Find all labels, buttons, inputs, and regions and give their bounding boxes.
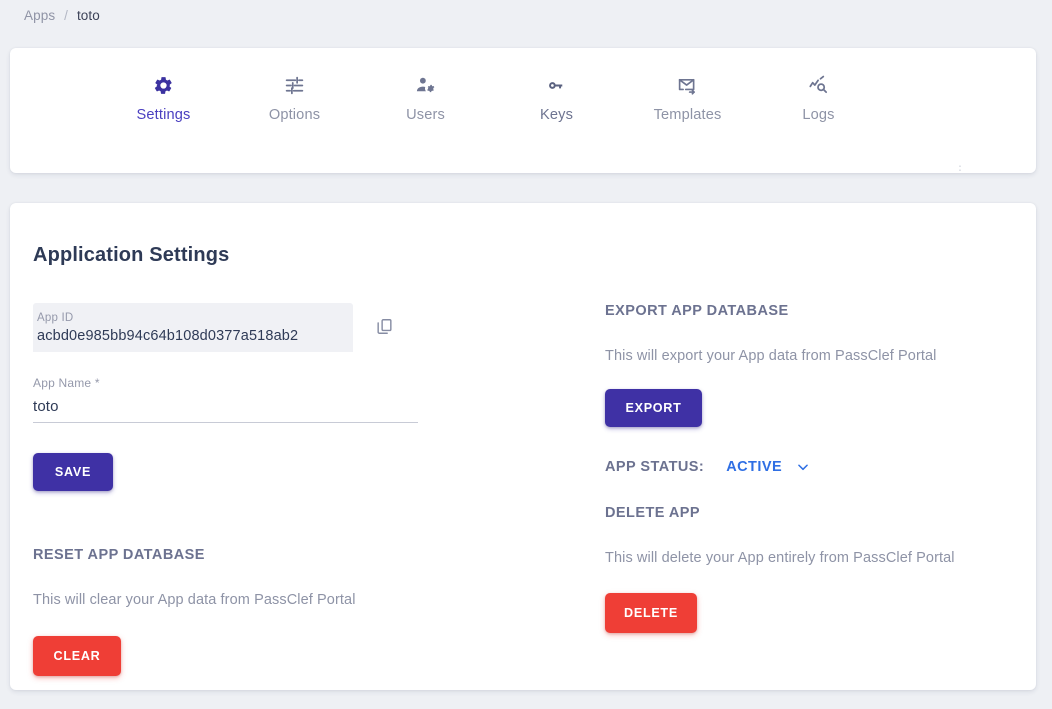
clear-button[interactable]: CLEAR	[33, 635, 121, 676]
copy-icon	[375, 317, 394, 339]
right-column: EXPORT APP DATABASE This will export you…	[605, 303, 1025, 676]
save-button[interactable]: SAVE	[33, 452, 113, 491]
app-name-input[interactable]	[33, 397, 418, 415]
page-title: Application Settings	[33, 244, 230, 267]
app-name-label: App Name *	[33, 375, 100, 390]
export-app-database-section: EXPORT APP DATABASE This will export you…	[605, 303, 1025, 427]
tab-overflow-indicator[interactable]: ⋮	[954, 164, 966, 173]
app-id-value: acbd0e985bb94c64b108d0377a518ab2	[37, 327, 299, 344]
export-section-heading: EXPORT APP DATABASE	[605, 302, 789, 319]
query-stats-icon	[808, 74, 830, 96]
delete-section-description: This will delete your App entirely from …	[605, 549, 955, 566]
app-id-label: App ID	[37, 311, 74, 324]
export-section-description: This will export your App data from Pass…	[605, 347, 937, 364]
delete-section-heading: DELETE APP	[605, 504, 701, 521]
reset-app-database-section: RESET APP DATABASE This will clear your …	[33, 547, 605, 676]
tab-settings-label: Settings	[136, 107, 191, 123]
tab-options-label: Options	[268, 107, 321, 123]
app-status-row: APP STATUS: ACTIVE	[605, 459, 1025, 475]
sliders-icon	[284, 74, 305, 96]
copy-app-id-button[interactable]	[371, 315, 397, 341]
tab-logs[interactable]: Logs	[753, 74, 884, 123]
delete-app-section: DELETE APP This will delete your App ent…	[605, 505, 1025, 633]
tab-keys-label: Keys	[539, 107, 574, 123]
tab-settings[interactable]: Settings	[98, 74, 229, 123]
reset-section-description: This will clear your App data from PassC…	[33, 591, 356, 608]
tab-options[interactable]: Options	[229, 74, 360, 123]
app-status-value: ACTIVE	[726, 458, 783, 475]
application-settings-card: Application Settings App ID acbd0e985bb9…	[10, 203, 1036, 690]
settings-columns: App ID acbd0e985bb94c64b108d0377a518ab2 …	[10, 281, 1036, 676]
tab-users-label: Users	[406, 107, 445, 123]
breadcrumb-current-app: toto	[76, 7, 100, 23]
mail-send-icon	[677, 74, 698, 96]
tab-navigation-card: Settings Options Users Keys Templates Lo…	[10, 48, 1036, 173]
breadcrumb-separator: /	[64, 7, 68, 23]
breadcrumb: Apps / toto	[0, 0, 1052, 30]
reset-section-heading: RESET APP DATABASE	[33, 546, 205, 563]
key-icon	[546, 74, 567, 96]
tab-logs-label: Logs	[802, 107, 835, 123]
app-status-dropdown[interactable]: ACTIVE	[726, 459, 810, 475]
export-button[interactable]: EXPORT	[605, 388, 702, 427]
user-settings-icon	[415, 74, 436, 96]
app-status-label: APP STATUS:	[605, 458, 705, 475]
tab-keys[interactable]: Keys	[491, 74, 622, 123]
left-column: App ID acbd0e985bb94c64b108d0377a518ab2 …	[33, 302, 605, 676]
tab-templates[interactable]: Templates	[622, 74, 753, 123]
tab-users[interactable]: Users	[360, 74, 491, 123]
tab-strip: Settings Options Users Keys Templates Lo…	[10, 48, 1036, 173]
app-name-field[interactable]: App Name *	[33, 376, 418, 423]
app-id-row: App ID acbd0e985bb94c64b108d0377a518ab2	[33, 302, 605, 352]
tab-templates-label: Templates	[653, 107, 722, 123]
gear-icon	[153, 74, 174, 96]
app-id-field[interactable]: App ID acbd0e985bb94c64b108d0377a518ab2	[33, 302, 353, 352]
delete-button[interactable]: DELETE	[605, 592, 697, 633]
chevron-down-icon	[796, 460, 810, 474]
breadcrumb-link-apps[interactable]: Apps	[24, 8, 55, 23]
